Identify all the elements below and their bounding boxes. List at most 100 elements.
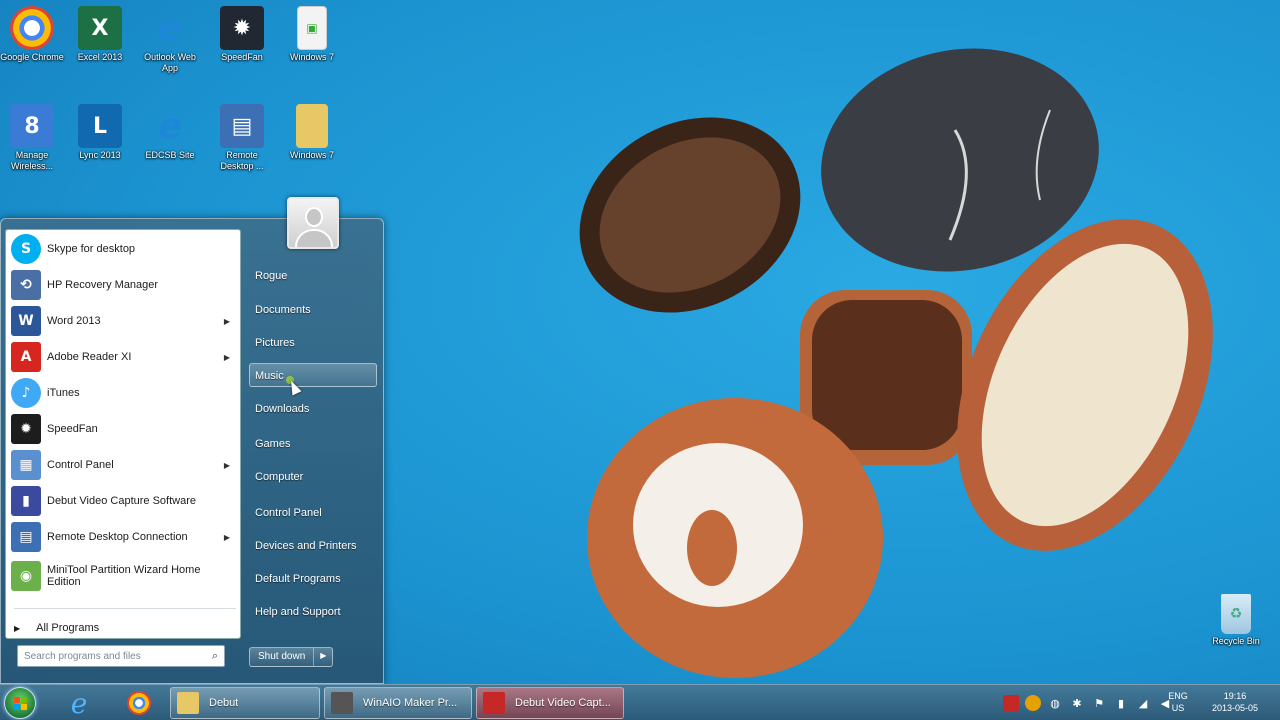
desktop-icon-label: SpeedFan	[221, 52, 263, 62]
folder-icon	[296, 104, 328, 148]
program-label: Skype for desktop	[47, 243, 136, 255]
desktop-icon-excel[interactable]: X Excel 2013	[68, 6, 132, 63]
recycle-bin-icon: ♻	[1221, 594, 1251, 634]
task-label: WinAIO Maker Pr...	[363, 697, 458, 709]
language-code: ENG	[1168, 691, 1188, 701]
place-downloads[interactable]: Downloads	[255, 403, 309, 415]
lync-icon: L	[78, 104, 122, 148]
network-status-icon[interactable]: ◍	[1047, 695, 1063, 711]
place-computer[interactable]: Computer	[255, 471, 303, 483]
desktop-icon-label: Recycle Bin	[1212, 636, 1260, 646]
speedfan-icon: ✹	[11, 414, 41, 444]
submenu-arrow-icon[interactable]: ▶	[224, 533, 230, 542]
itunes-icon: ♪	[11, 378, 41, 408]
program-label: Debut Video Capture Software	[47, 495, 196, 507]
desktop-icon-lync[interactable]: L Lync 2013	[68, 104, 132, 161]
word-icon: W	[11, 306, 41, 336]
desktop-icon-manage-wireless[interactable]: 8 Manage Wireless...	[0, 104, 64, 172]
place-help-support[interactable]: Help and Support	[255, 606, 341, 618]
flag-icon[interactable]: ⚑	[1091, 695, 1107, 711]
place-pictures[interactable]: Pictures	[255, 337, 295, 349]
desktop-icon-speedfan[interactable]: ✹ SpeedFan	[210, 6, 274, 63]
task-label: Debut Video Capt...	[515, 697, 611, 709]
minitool-icon: ◉	[11, 561, 41, 591]
desktop-icon-label: Remote Desktop ...	[220, 150, 264, 171]
program-hp-recovery[interactable]: ⟲ HP Recovery Manager	[8, 268, 238, 302]
language-region: US	[1171, 703, 1185, 713]
all-programs-button[interactable]: ▶ All Programs	[14, 622, 99, 634]
program-remote-desktop[interactable]: ▤ Remote Desktop Connection ▶	[8, 520, 238, 554]
folder-icon	[177, 692, 199, 714]
adobe-reader-icon: A	[11, 342, 41, 372]
program-minitool[interactable]: ◉ MiniTool Partition Wizard Home Edition	[8, 556, 238, 596]
desktop-icon-label: Outlook Web App	[144, 52, 196, 73]
desktop-icon-recycle-bin[interactable]: ♻ Recycle Bin	[1204, 594, 1268, 647]
place-devices-printers[interactable]: Devices and Printers	[255, 540, 357, 552]
desktop-icon-outlook-web-app[interactable]: e Outlook Web App	[138, 6, 202, 74]
document-icon: ▣	[297, 6, 327, 50]
windows-logo-icon	[14, 697, 28, 711]
program-skype[interactable]: S Skype for desktop	[8, 232, 238, 266]
record-icon[interactable]	[1003, 695, 1019, 711]
submenu-arrow-icon[interactable]: ▶	[224, 353, 230, 362]
submenu-arrow-icon[interactable]: ▶	[224, 317, 230, 326]
program-label: HP Recovery Manager	[47, 279, 159, 291]
program-itunes[interactable]: ♪ iTunes	[8, 376, 238, 410]
triangle-right-icon: ▶	[14, 623, 21, 633]
place-games[interactable]: Games	[255, 438, 290, 450]
start-search-input[interactable]: Search programs and files ⌕	[17, 645, 225, 667]
clock-date: 2013-05-05	[1211, 703, 1259, 713]
program-label: Control Panel	[47, 459, 114, 471]
shutdown-button[interactable]: Shut down ▶	[249, 647, 334, 667]
desktop-icon-label: Manage Wireless...	[10, 150, 53, 171]
start-button[interactable]	[4, 687, 36, 719]
system-clock[interactable]: 19:16 2013-05-05	[1198, 690, 1272, 714]
skype-icon: S	[11, 234, 41, 264]
program-adobe-reader[interactable]: A Adobe Reader XI ▶	[8, 340, 238, 374]
program-debut[interactable]: ▮ Debut Video Capture Software	[8, 484, 238, 518]
place-user[interactable]: Rogue	[255, 270, 287, 282]
program-label: Adobe Reader XI	[47, 351, 132, 363]
place-default-programs[interactable]: Default Programs	[255, 573, 341, 585]
speedfan-tray-icon[interactable]	[1025, 695, 1041, 711]
program-label: MiniTool Partition Wizard Home Edition	[47, 564, 201, 588]
desktop-icon-edcsb-site[interactable]: e EDCSB Site	[138, 104, 202, 161]
place-documents[interactable]: Documents	[255, 304, 311, 316]
task-label: Debut	[209, 697, 239, 709]
program-word[interactable]: W Word 2013 ▶	[8, 304, 238, 338]
desktop-icon-label: EDCSB Site	[145, 150, 195, 160]
start-menu: S Skype for desktop ⟲ HP Recovery Manage…	[0, 197, 384, 684]
bluetooth-icon[interactable]: ✱	[1069, 695, 1085, 711]
power-icon[interactable]: ▮	[1113, 695, 1129, 711]
program-speedfan[interactable]: ✹ SpeedFan	[8, 412, 238, 446]
program-label: SpeedFan	[47, 423, 98, 435]
submenu-arrow-icon[interactable]: ▶	[224, 461, 230, 470]
user-avatar[interactable]	[287, 197, 339, 249]
ie-icon: e	[70, 686, 88, 720]
wireless-icon: 8	[10, 104, 54, 148]
wifi-icon[interactable]: ◢	[1135, 695, 1151, 711]
search-icon[interactable]: ⌕	[212, 650, 218, 663]
desktop-icon-windows7-doc[interactable]: ▣ Windows 7	[280, 6, 344, 63]
desktop-icon-windows7-folder[interactable]: Windows 7	[280, 104, 344, 161]
place-music[interactable]: Music	[255, 370, 284, 382]
place-control-panel[interactable]: Control Panel	[255, 507, 322, 519]
taskbar-task-debut-capture[interactable]: Debut Video Capt...	[476, 687, 624, 719]
desktop-icon-label: Lync 2013	[79, 150, 121, 160]
input-language[interactable]: ENG US	[1166, 690, 1190, 714]
avatar-head	[305, 207, 323, 227]
excel-icon: X	[78, 6, 122, 50]
desktop-icon-remote-desktop[interactable]: ▤ Remote Desktop ...	[210, 104, 274, 172]
shutdown-label: Shut down	[250, 648, 315, 666]
taskbar-task-debut-folder[interactable]: Debut	[170, 687, 320, 719]
desktop-icon-google-chrome[interactable]: Google Chrome	[0, 6, 64, 63]
taskbar-pin-ie[interactable]: e	[56, 686, 102, 720]
clock-time: 19:16	[1223, 691, 1247, 701]
shutdown-options-icon[interactable]: ▶	[314, 648, 332, 666]
program-control-panel[interactable]: ▦ Control Panel ▶	[8, 448, 238, 482]
taskbar-pin-chrome[interactable]	[116, 688, 162, 718]
remote-desktop-icon: ▤	[11, 522, 41, 552]
taskbar-task-winaio[interactable]: WinAIO Maker Pr...	[324, 687, 472, 719]
avatar-body	[295, 229, 333, 247]
desktop-icon-label: Google Chrome	[0, 52, 64, 62]
